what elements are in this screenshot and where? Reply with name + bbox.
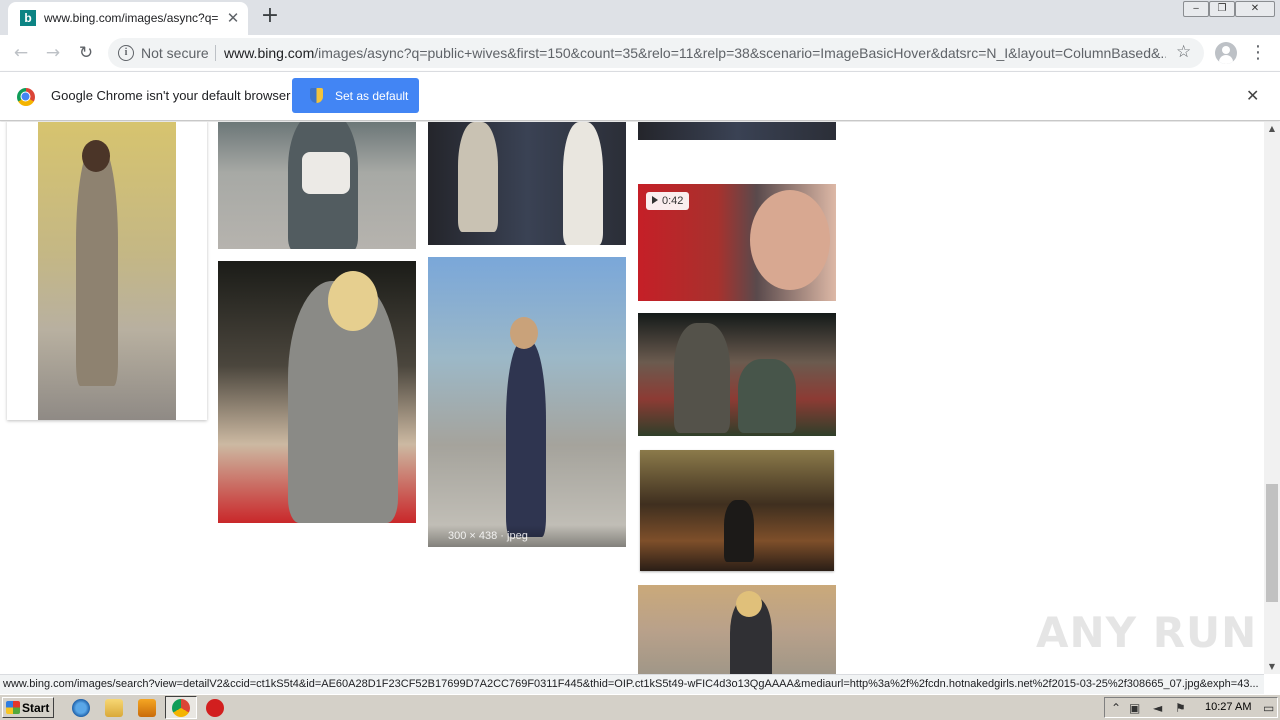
video-duration: 0:42 (662, 195, 684, 207)
scroll-up-arrow-icon[interactable]: ▲ (1264, 122, 1280, 136)
tab-title: www.bing.com/images/async?q=pub (44, 11, 218, 25)
browser-tab[interactable]: b www.bing.com/images/async?q=pub ✕ (8, 2, 248, 35)
address-bar[interactable]: i Not secure www.bing.com/images/async?q… (108, 38, 1204, 68)
image-thumbnail[interactable] (638, 585, 836, 674)
anyrun-watermark: ANY RUN (1036, 608, 1258, 657)
new-tab-button[interactable]: + (258, 4, 282, 28)
play-icon (652, 196, 658, 204)
show-desktop-icon[interactable]: ▭ (1263, 701, 1274, 715)
person-figure (724, 500, 754, 562)
video-duration-badge: 0:42 (646, 192, 690, 210)
person-figure (458, 122, 498, 232)
close-tab-icon[interactable]: ✕ (224, 9, 242, 27)
browser-toolbar: ← → ↻ i Not secure www.bing.com/images/a… (0, 35, 1280, 71)
tray-expand-icon[interactable]: ⌃ (1111, 701, 1121, 715)
person-figure (506, 341, 546, 537)
head-figure (510, 317, 538, 349)
restore-button[interactable]: ❐ (1209, 1, 1235, 17)
video-thumbnail[interactable]: 0:42 (638, 184, 836, 301)
profile-avatar-icon[interactable] (1215, 42, 1237, 64)
head-figure (750, 190, 830, 290)
image-thumbnail[interactable] (428, 122, 626, 245)
close-window-button[interactable]: ✕ (1235, 1, 1275, 17)
image-thumbnail-hovered[interactable]: 300 × 438 · jpeg (428, 257, 626, 547)
reload-button[interactable]: ↻ (73, 40, 99, 66)
action-center-flag-icon[interactable]: ⚑ (1175, 701, 1186, 715)
url-host: www.bing.com (224, 45, 315, 61)
chrome-icon (172, 699, 190, 717)
scrollbar-thumb[interactable] (1266, 484, 1278, 602)
image-thumbnail[interactable] (218, 261, 416, 523)
vertical-scrollbar[interactable]: ▲ ▼ (1264, 122, 1280, 674)
default-browser-infobar: Google Chrome isn't your default browser… (0, 71, 1280, 121)
url-text[interactable]: www.bing.com/images/async?q=public+wives… (224, 45, 1166, 61)
head-figure (82, 140, 110, 172)
handbag-figure (302, 152, 350, 194)
image-thumbnail[interactable] (38, 122, 176, 420)
link-status-bubble: www.bing.com/images/search?view=detailV2… (0, 674, 1264, 694)
address-separator (215, 45, 216, 61)
chrome-menu-icon[interactable]: ⋮ (1248, 40, 1268, 66)
tab-strip: b www.bing.com/images/async?q=pub ✕ + ‒ … (0, 0, 1280, 35)
start-button[interactable]: Start (2, 697, 54, 718)
head-figure (328, 271, 378, 331)
windows-logo-icon (6, 701, 20, 714)
forward-button[interactable]: → (40, 40, 66, 66)
security-indicator[interactable]: Not secure (141, 45, 209, 61)
image-dimensions-label: 300 × 438 · jpeg (448, 530, 528, 542)
hover-meta-overlay: 300 × 438 · jpeg (428, 525, 626, 547)
infobar-message: Google Chrome isn't your default browser (51, 88, 291, 103)
uac-shield-icon (310, 88, 323, 103)
infobar-close-icon[interactable]: ✕ (1246, 86, 1259, 105)
minimize-button[interactable]: ‒ (1183, 1, 1209, 17)
person-figure (563, 122, 603, 245)
image-thumbnail[interactable] (218, 122, 416, 249)
bing-favicon-icon: b (20, 10, 36, 26)
volume-icon[interactable]: ◄ (1153, 701, 1162, 715)
windows-taskbar: Start ⌃ ▣ ◄ ⚑ 10:27 AM ▭ (0, 694, 1280, 720)
system-tray: ⌃ ▣ ◄ ⚑ 10:27 AM ▭ (1104, 697, 1278, 718)
image-thumbnail[interactable] (640, 450, 834, 571)
scroll-down-arrow-icon[interactable]: ▼ (1264, 660, 1280, 674)
start-label: Start (22, 701, 50, 715)
chrome-taskbar-button[interactable] (165, 696, 197, 719)
media-player-icon[interactable] (138, 699, 156, 717)
person-figure (674, 323, 730, 433)
back-button[interactable]: ← (8, 40, 34, 66)
head-figure (736, 591, 762, 617)
set-as-default-label: Set as default (335, 89, 409, 103)
clock[interactable]: 10:27 AM (1205, 701, 1251, 713)
person-figure (76, 146, 118, 386)
internet-explorer-icon[interactable] (72, 699, 90, 717)
chrome-logo-icon (17, 88, 35, 106)
video-thumbnail[interactable] (638, 313, 836, 436)
stop-sign-icon[interactable] (206, 699, 224, 717)
network-icon[interactable]: ▣ (1129, 701, 1140, 715)
image-results-grid: 300 × 438 · jpeg 0:42 (0, 122, 1264, 674)
info-icon[interactable]: i (118, 45, 134, 61)
image-result-card[interactable] (7, 122, 207, 420)
bookmark-star-icon[interactable]: ☆ (1176, 42, 1191, 62)
person-figure (738, 359, 796, 433)
image-thumbnail[interactable] (638, 122, 836, 140)
set-as-default-button[interactable]: Set as default (292, 78, 419, 113)
url-path: /images/async?q=public+wives&first=150&c… (314, 45, 1166, 61)
file-explorer-icon[interactable] (105, 699, 123, 717)
